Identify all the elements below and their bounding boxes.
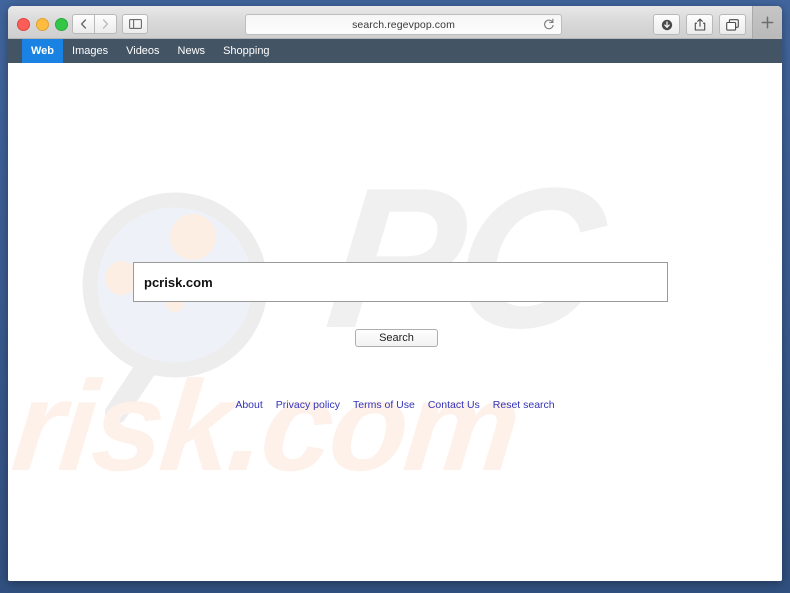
nav-item-label: Web [31,45,55,57]
url-text: search.regevpop.com [352,18,455,31]
nav-item-web[interactable]: Web [22,39,64,63]
footer-links: About Privacy policy Terms of Use Contac… [8,399,782,411]
window-controls [17,18,68,31]
address-bar[interactable]: search.regevpop.com [245,14,562,35]
site-navigation-bar: Web Images Videos News Shopping [8,39,782,63]
nav-item-images[interactable]: Images [63,39,117,63]
plus-icon [761,16,774,29]
share-icon [694,18,705,31]
browser-window: search.regevpop.com Web Images Videos Ne… [8,6,782,581]
footer-link-terms-of-use[interactable]: Terms of Use [353,399,415,411]
sidebar-toggle-button[interactable] [122,14,148,34]
downloads-button[interactable] [653,14,680,35]
maximize-window-button[interactable] [55,18,68,31]
show-tabs-button[interactable] [719,14,746,35]
footer-link-privacy-policy[interactable]: Privacy policy [276,399,340,411]
footer-link-contact-us[interactable]: Contact Us [428,399,480,411]
new-tab-button[interactable] [752,6,782,39]
nav-item-label: News [177,45,206,57]
nav-item-videos[interactable]: Videos [117,39,168,63]
minimize-window-button[interactable] [36,18,49,31]
forward-button[interactable] [94,14,117,34]
desktop-background: search.regevpop.com Web Images Videos Ne… [0,0,790,593]
navigation-arrows [72,14,117,34]
back-button[interactable] [72,14,94,34]
nav-item-news[interactable]: News [169,39,215,63]
nav-item-label: Images [72,45,109,57]
footer-link-about[interactable]: About [235,399,262,411]
nav-item-label: Videos [126,45,160,57]
share-button[interactable] [686,14,713,35]
browser-toolbar: search.regevpop.com [8,6,782,39]
page-content: PC risk.com Search About Privacy policy … [8,63,782,581]
nav-item-label: Shopping [223,45,270,57]
reload-icon[interactable] [542,18,555,36]
close-window-button[interactable] [17,18,30,31]
footer-link-reset-search[interactable]: Reset search [493,399,555,411]
tabs-icon [726,18,739,31]
search-button[interactable]: Search [355,329,438,347]
search-input[interactable] [133,262,668,302]
toolbar-right-buttons [653,14,746,35]
download-icon [661,19,672,30]
chevron-left-icon [80,19,87,29]
riskcom-watermark-text: risk.com [8,355,525,498]
sidebar-icon [128,19,142,29]
nav-item-shopping[interactable]: Shopping [214,39,279,63]
chevron-right-icon [102,19,109,29]
